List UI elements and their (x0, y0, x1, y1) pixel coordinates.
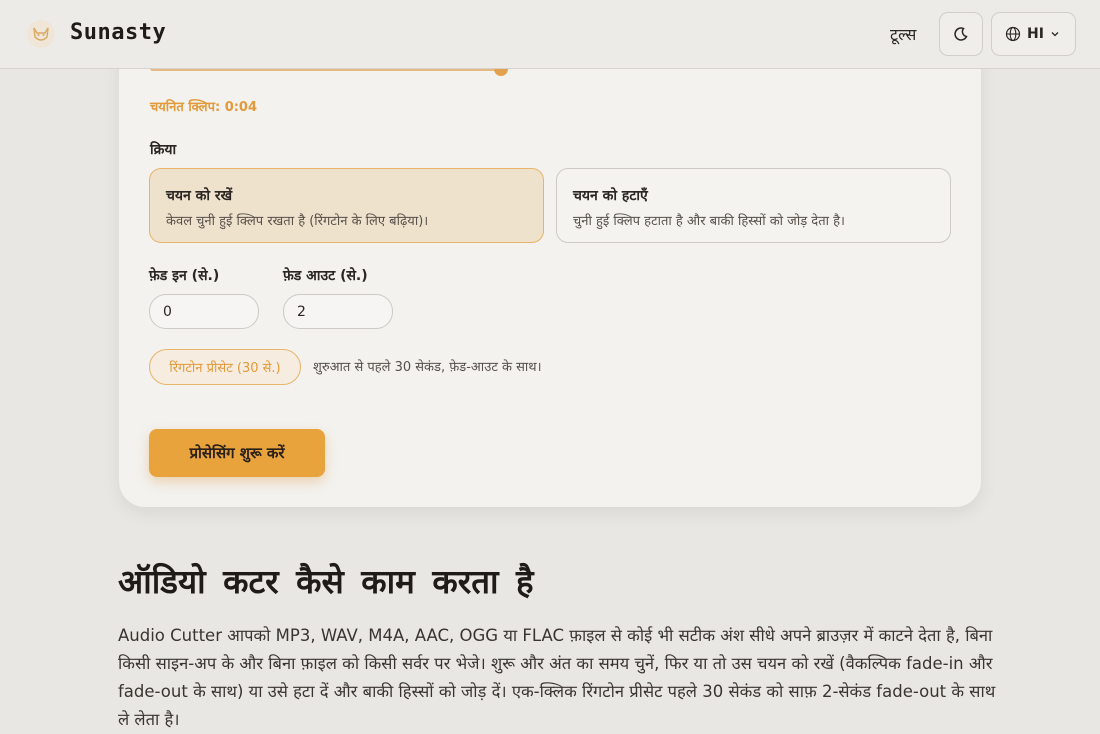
language-select-button[interactable]: HI (991, 12, 1076, 56)
fade-out-input[interactable] (283, 294, 393, 329)
keep-selection-title: चयन को रखें (166, 188, 233, 204)
keep-selection-option[interactable]: चयन को रखें केवल चुनी हुई क्लिप रखता है … (149, 168, 544, 243)
chevron-down-icon (1051, 32, 1059, 37)
start-processing-button[interactable]: प्रोसेसिंग शुरू करें (149, 429, 325, 477)
selected-clip-duration: चयनित क्लिप: 0:04 (150, 100, 258, 115)
keep-selection-description: केवल चुनी हुई क्लिप रखता है (रिंगटोन के … (166, 214, 429, 229)
globe-icon (1005, 26, 1021, 42)
action-label: क्रिया (150, 142, 177, 158)
remove-selection-description: चुनी हुई क्लिप हटाता है और बाकी हिस्सों … (573, 214, 845, 229)
language-label: HI (1027, 26, 1044, 42)
ringtone-preset-button[interactable]: रिंगटोन प्रीसेट (30 से.) (149, 349, 301, 385)
site-header: Sunasty टूल्स HI (0, 0, 1100, 69)
moon-icon (954, 27, 968, 41)
theme-toggle-button[interactable] (939, 12, 983, 56)
nav-tools-link[interactable]: टूल्स (890, 23, 916, 45)
brand-name[interactable]: Sunasty (70, 20, 166, 45)
how-it-works-body: Audio Cutter आपको MP3, WAV, M4A, AAC, OG… (118, 626, 996, 729)
fox-logo-icon[interactable] (26, 19, 56, 49)
fade-out-label: फ़ेड आउट (से.) (283, 268, 368, 284)
how-it-works-heading: ऑडियो कटर कैसे काम करता है (118, 562, 534, 601)
ringtone-preset-note: शुरुआत से पहले 30 सेकंड, फ़ेड-आउट के साथ… (313, 360, 542, 375)
remove-selection-option[interactable]: चयन को हटाएँ चुनी हुई क्लिप हटाता है और … (556, 168, 951, 243)
remove-selection-title: चयन को हटाएँ (573, 188, 648, 204)
fade-in-label: फ़ेड इन (से.) (149, 268, 220, 284)
fade-in-input[interactable] (149, 294, 259, 329)
